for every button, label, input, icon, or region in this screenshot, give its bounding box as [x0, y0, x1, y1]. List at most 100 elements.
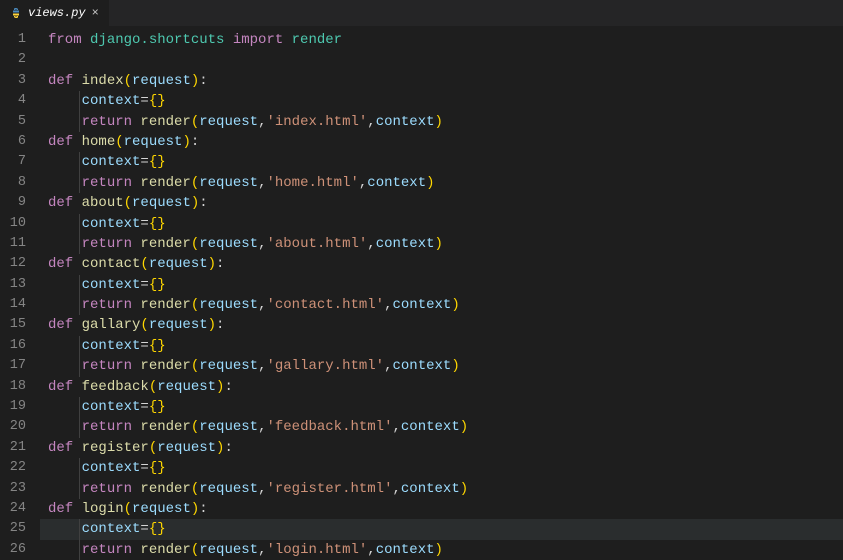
- code-line[interactable]: return render(request,'index.html',conte…: [40, 112, 843, 132]
- tab-bar: views.py ×: [0, 0, 843, 26]
- token-brace: {}: [149, 460, 166, 476]
- code-line[interactable]: return render(request,'about.html',conte…: [40, 234, 843, 254]
- line-number: 7: [0, 152, 26, 172]
- token-param: context: [82, 93, 141, 109]
- token-param: context: [376, 114, 435, 130]
- token-brace: (: [124, 501, 132, 517]
- code-line[interactable]: context={}: [40, 275, 843, 295]
- token-param: request: [149, 317, 208, 333]
- token-op: =: [140, 338, 148, 354]
- code-line[interactable]: context={}: [40, 458, 843, 478]
- token-brace: (: [191, 419, 199, 435]
- code-line[interactable]: def gallary(request):: [40, 315, 843, 335]
- token-kw: def: [48, 440, 82, 456]
- token-punc: :: [216, 256, 224, 272]
- token-brace: ): [435, 236, 443, 252]
- token-brace: ): [191, 501, 199, 517]
- token-fn: render: [140, 175, 190, 191]
- indent-guide: [79, 91, 80, 111]
- token-brace: (: [191, 481, 199, 497]
- token-kw: return: [82, 114, 141, 130]
- code-line[interactable]: def contact(request):: [40, 254, 843, 274]
- token-param: context: [82, 460, 141, 476]
- code-line[interactable]: return render(request,'register.html',co…: [40, 479, 843, 499]
- code-line[interactable]: context={}: [40, 152, 843, 172]
- token-param: context: [376, 542, 435, 558]
- token-mod: render: [292, 32, 342, 48]
- code-content[interactable]: from django.shortcuts import render def i…: [40, 26, 843, 558]
- indent-guide: [79, 458, 80, 478]
- indent-guide: [79, 173, 80, 193]
- token-punc: :: [216, 317, 224, 333]
- token-punc: ,: [393, 481, 401, 497]
- line-number: 13: [0, 275, 26, 295]
- line-number: 15: [0, 315, 26, 335]
- code-line[interactable]: context={}: [40, 336, 843, 356]
- line-number: 11: [0, 234, 26, 254]
- token-fn: contact: [82, 256, 141, 272]
- token-brace: (: [191, 175, 199, 191]
- tab-label: views.py: [28, 6, 86, 20]
- code-line[interactable]: context={}: [40, 91, 843, 111]
- token-fn: about: [82, 195, 124, 211]
- indent-guide: [79, 519, 80, 539]
- token-param: request: [199, 419, 258, 435]
- token-fn: render: [140, 481, 190, 497]
- code-line[interactable]: return render(request,'gallary.html',con…: [40, 356, 843, 376]
- code-line[interactable]: from django.shortcuts import render: [40, 30, 843, 50]
- code-line[interactable]: return render(request,'feedback.html',co…: [40, 417, 843, 437]
- token-brace: ): [435, 542, 443, 558]
- line-number: 17: [0, 356, 26, 376]
- line-number: 19: [0, 397, 26, 417]
- token-brace: ): [426, 175, 434, 191]
- token-brace: (: [191, 236, 199, 252]
- token-kw: def: [48, 317, 82, 333]
- line-number: 4: [0, 91, 26, 111]
- token-kw: return: [82, 358, 141, 374]
- code-line[interactable]: return render(request,'contact.html',con…: [40, 295, 843, 315]
- indent-guide: [79, 540, 80, 560]
- code-line[interactable]: return render(request,'login.html',conte…: [40, 540, 843, 560]
- code-line[interactable]: context={}: [40, 214, 843, 234]
- close-icon[interactable]: ×: [92, 6, 99, 20]
- token-brace: {}: [149, 154, 166, 170]
- token-fn: index: [82, 73, 124, 89]
- line-number: 8: [0, 173, 26, 193]
- code-line[interactable]: return render(request,'home.html',contex…: [40, 173, 843, 193]
- token-param: request: [199, 481, 258, 497]
- line-number-gutter: 1234567891011121314151617181920212223242…: [0, 26, 40, 558]
- token-kw: import: [233, 32, 292, 48]
- code-line[interactable]: def about(request):: [40, 193, 843, 213]
- token-param: request: [199, 358, 258, 374]
- code-line[interactable]: def feedback(request):: [40, 377, 843, 397]
- token-str: 'contact.html': [266, 297, 384, 313]
- token-str: 'gallary.html': [266, 358, 384, 374]
- line-number: 24: [0, 499, 26, 519]
- indent-guide: [79, 417, 80, 437]
- editor-area[interactable]: 1234567891011121314151617181920212223242…: [0, 26, 843, 558]
- indent-guide: [79, 112, 80, 132]
- line-number: 2: [0, 50, 26, 70]
- line-number: 10: [0, 214, 26, 234]
- token-fn: render: [140, 419, 190, 435]
- code-line[interactable]: def register(request):: [40, 438, 843, 458]
- indent-guide: [79, 479, 80, 499]
- token-param: context: [82, 338, 141, 354]
- token-fn: render: [140, 297, 190, 313]
- token-str: 'feedback.html': [266, 419, 392, 435]
- token-brace: (: [191, 358, 199, 374]
- line-number: 25: [0, 519, 26, 539]
- token-brace: (: [124, 195, 132, 211]
- code-line[interactable]: [40, 50, 843, 70]
- token-brace: ): [460, 419, 468, 435]
- code-line[interactable]: def home(request):: [40, 132, 843, 152]
- token-op: =: [140, 521, 148, 537]
- token-fn: register: [82, 440, 149, 456]
- code-line[interactable]: context={}: [40, 397, 843, 417]
- token-param: context: [401, 481, 460, 497]
- code-line[interactable]: def login(request):: [40, 499, 843, 519]
- code-line[interactable]: def index(request):: [40, 71, 843, 91]
- code-line[interactable]: context={}: [40, 519, 843, 539]
- tab-views-py[interactable]: views.py ×: [0, 0, 110, 26]
- token-param: request: [199, 175, 258, 191]
